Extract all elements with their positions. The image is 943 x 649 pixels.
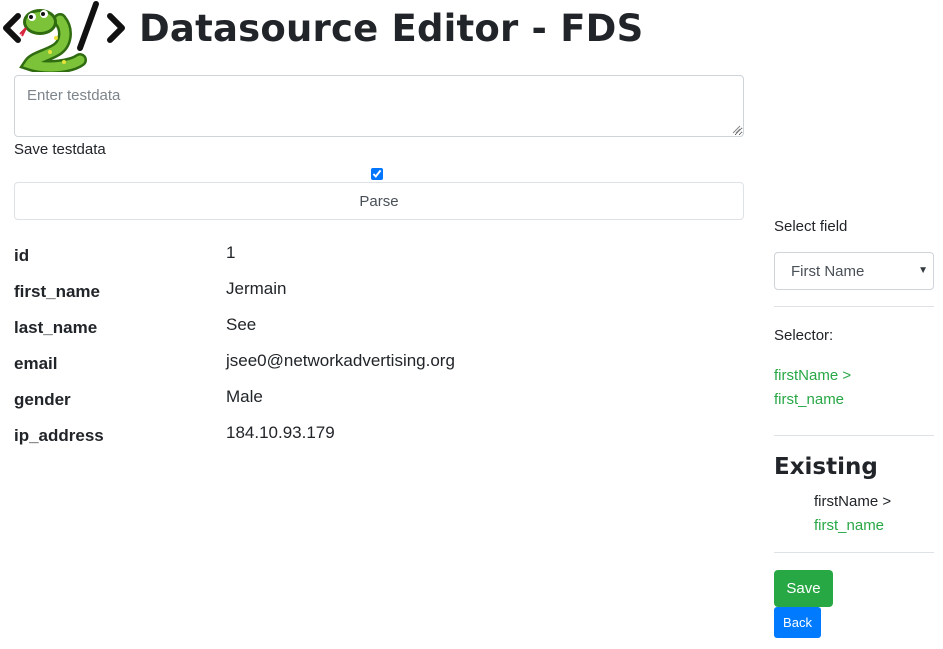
field-select[interactable]: First Name ▼ <box>774 252 934 290</box>
field-key: ip_address <box>14 426 104 445</box>
page: Datasource Editor - FDS Save testdata Pa… <box>0 0 943 649</box>
page-title: Datasource Editor - FDS <box>139 7 644 50</box>
header: Datasource Editor - FDS <box>0 0 720 72</box>
back-button[interactable]: Back <box>774 607 821 638</box>
sidebar: Select field First Name ▼ Selector: firs… <box>774 218 934 638</box>
field-value: See <box>226 315 257 334</box>
selector-value-line-2: first_name <box>774 391 845 408</box>
divider <box>774 306 934 307</box>
field-row: email jsee0@networkadvertising.org <box>14 348 734 384</box>
save-testdata-label: Save testdata <box>14 141 106 158</box>
field-row: id 1 <box>14 240 734 276</box>
selector-value-line-1: firstName > <box>774 367 852 384</box>
field-row: last_name See <box>14 312 734 348</box>
resize-grip-icon[interactable] <box>731 124 741 134</box>
select-field-label: Select field <box>774 218 848 235</box>
existing-item-line-2: first_name <box>814 517 885 534</box>
existing-item: firstName > first_name <box>814 490 891 538</box>
field-value: Jermain <box>226 279 287 298</box>
field-key: id <box>14 246 30 265</box>
selector-label: Selector: <box>774 327 834 344</box>
save-testdata-checkbox[interactable] <box>371 168 383 180</box>
field-key: gender <box>14 390 71 409</box>
field-row: ip_address 184.10.93.179 <box>14 420 734 456</box>
parse-button[interactable]: Parse <box>14 182 744 220</box>
field-value: Male <box>226 387 263 406</box>
save-button[interactable]: Save <box>774 570 833 607</box>
testdata-input[interactable] <box>14 75 744 137</box>
field-key: last_name <box>14 318 98 337</box>
divider <box>774 435 934 436</box>
field-row: gender Male <box>14 384 734 420</box>
field-select-value: First Name <box>791 263 865 280</box>
caret-down-icon: ▼ <box>918 265 928 276</box>
divider <box>774 552 934 553</box>
selector-value: firstName > first_name <box>774 364 851 412</box>
field-row: first_name Jermain <box>14 276 734 312</box>
field-value: 184.10.93.179 <box>226 423 335 442</box>
existing-title: Existing <box>774 454 878 480</box>
field-key: first_name <box>14 282 100 301</box>
field-value: jsee0@networkadvertising.org <box>226 351 455 370</box>
field-value: 1 <box>226 243 236 262</box>
existing-item-line-1: firstName > <box>814 493 892 510</box>
parsed-fields: id 1 first_name Jermain last_name See email jse… <box>14 240 734 456</box>
snake-code-logo-icon <box>3 1 125 72</box>
field-key: email <box>14 354 58 373</box>
